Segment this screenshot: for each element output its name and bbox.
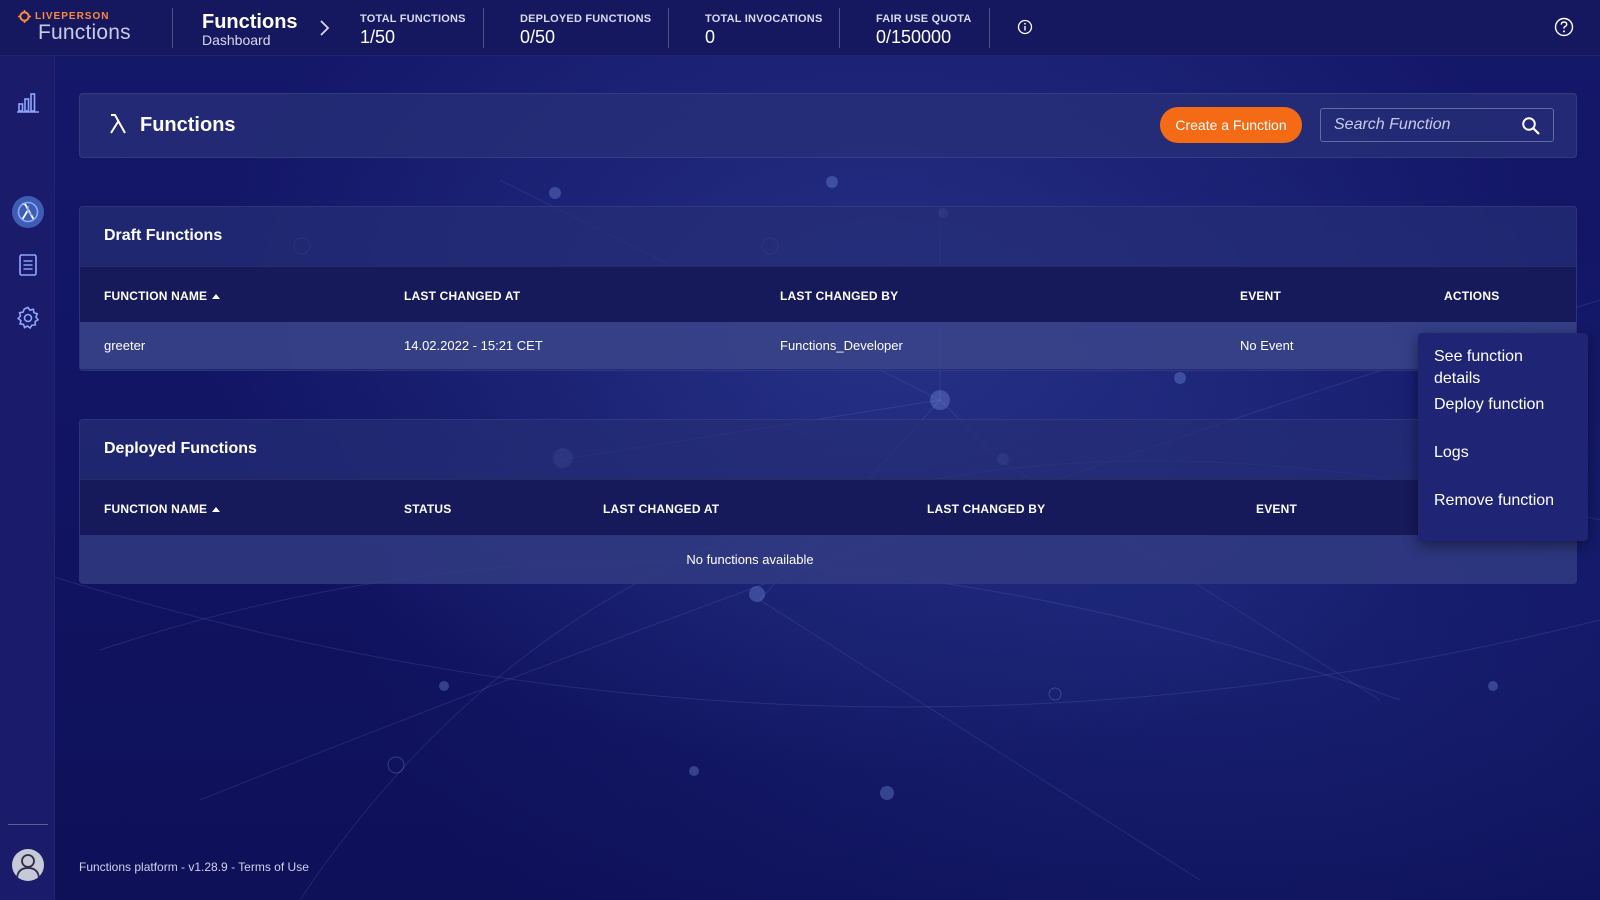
chevron-right-icon bbox=[320, 20, 330, 36]
empty-state-row: No functions available bbox=[80, 535, 1576, 583]
user-silhouette-icon bbox=[16, 854, 40, 879]
stat-total-functions: TOTAL FUNCTIONS 1/50 bbox=[360, 13, 466, 48]
clock-icon[interactable] bbox=[15, 199, 41, 225]
menu-item-see-function-details[interactable]: See function details bbox=[1418, 346, 1588, 394]
sort-ascending-icon bbox=[212, 294, 221, 299]
top-bar: LIVEPERSON Functions Functions Dashboard… bbox=[0, 0, 1600, 56]
info-icon[interactable] bbox=[1017, 19, 1033, 35]
column-header-event[interactable]: EVENT bbox=[1256, 502, 1297, 516]
stat-label: TOTAL FUNCTIONS bbox=[360, 13, 466, 25]
stat-label: FAIR USE QUOTA bbox=[876, 13, 972, 25]
actions-context-menu: See function details Deploy function Log… bbox=[1418, 333, 1588, 541]
column-label: FUNCTION NAME bbox=[104, 289, 208, 303]
menu-item-deploy-function[interactable]: Deploy function bbox=[1418, 394, 1588, 442]
column-header-last-changed-at[interactable]: LAST CHANGED AT bbox=[603, 502, 719, 516]
lambda-icon bbox=[110, 114, 126, 134]
cell-function-name: greeter bbox=[104, 338, 146, 353]
gear-icon[interactable] bbox=[15, 305, 41, 331]
breadcrumb-subtitle: Dashboard bbox=[202, 32, 271, 48]
sort-ascending-icon bbox=[212, 507, 221, 512]
empty-state-text: No functions available bbox=[686, 552, 814, 567]
stat-total-invocations: TOTAL INVOCATIONS 0 bbox=[705, 13, 822, 48]
bar-chart-icon[interactable] bbox=[15, 89, 41, 115]
cell-last-changed-at: 14.02.2022 - 15:21 CET bbox=[404, 338, 543, 353]
search-icon[interactable] bbox=[1521, 116, 1541, 136]
breadcrumb: Functions Dashboard bbox=[202, 12, 298, 48]
create-function-button[interactable]: Create a Function bbox=[1160, 107, 1302, 143]
stat-fair-use-quota: FAIR USE QUOTA 0/150000 bbox=[876, 13, 972, 48]
sidebar bbox=[0, 56, 55, 900]
search-input[interactable] bbox=[1321, 109, 1511, 141]
liveperson-logo-icon bbox=[18, 10, 31, 23]
stat-value: 1/50 bbox=[360, 27, 396, 47]
breadcrumb-title[interactable]: Functions bbox=[202, 12, 298, 32]
stat-label: TOTAL INVOCATIONS bbox=[705, 13, 823, 25]
column-header-actions: ACTIONS bbox=[1444, 289, 1500, 303]
column-header-last-changed-at[interactable]: LAST CHANGED AT bbox=[404, 289, 520, 303]
footer-version-text: Functions platform - v1.28.9 - Terms of … bbox=[79, 860, 309, 874]
column-header-function-name[interactable]: FUNCTION NAME bbox=[104, 289, 221, 303]
deployed-table-header: FUNCTION NAME STATUS LAST CHANGED AT LAS… bbox=[80, 479, 1576, 535]
menu-item-remove-function[interactable]: Remove function bbox=[1418, 490, 1588, 538]
divider bbox=[668, 8, 669, 48]
stat-value: 0/150000 bbox=[876, 27, 952, 47]
cell-event: No Event bbox=[1240, 338, 1294, 353]
deployed-functions-panel: Deployed Functions FUNCTION NAME STATUS … bbox=[79, 419, 1577, 584]
stat-deployed-functions: DEPLOYED FUNCTIONS 0/50 bbox=[520, 13, 651, 48]
column-header-status[interactable]: STATUS bbox=[404, 502, 451, 516]
divider bbox=[172, 8, 173, 48]
cell-last-changed-by: Functions_Developer bbox=[780, 338, 903, 353]
help-icon[interactable] bbox=[1554, 17, 1574, 37]
divider bbox=[989, 8, 990, 48]
brand-logo[interactable]: LIVEPERSON Functions bbox=[18, 10, 148, 46]
column-label: FUNCTION NAME bbox=[104, 502, 208, 516]
stat-value: 0 bbox=[705, 27, 716, 47]
stat-value: 0/50 bbox=[520, 27, 556, 47]
draft-functions-title: Draft Functions bbox=[104, 227, 223, 244]
document-icon[interactable] bbox=[15, 252, 41, 278]
divider bbox=[839, 8, 840, 48]
column-header-event[interactable]: EVENT bbox=[1240, 289, 1281, 303]
product-name: Functions bbox=[38, 21, 131, 44]
functions-header-panel: Functions Create a Function bbox=[79, 93, 1577, 158]
deployed-functions-title: Deployed Functions bbox=[104, 440, 257, 457]
draft-table-header: FUNCTION NAME LAST CHANGED AT LAST CHANG… bbox=[80, 266, 1576, 322]
stat-label: DEPLOYED FUNCTIONS bbox=[520, 13, 652, 25]
menu-item-logs[interactable]: Logs bbox=[1418, 442, 1588, 490]
column-header-function-name[interactable]: FUNCTION NAME bbox=[104, 502, 221, 516]
search-box bbox=[1320, 108, 1554, 142]
table-row[interactable]: greeter 14.02.2022 - 15:21 CET Functions… bbox=[80, 322, 1576, 369]
divider bbox=[483, 8, 484, 48]
draft-functions-panel: Draft Functions FUNCTION NAME LAST CHANG… bbox=[79, 206, 1577, 371]
sidebar-divider bbox=[8, 824, 48, 825]
user-avatar-icon[interactable] bbox=[12, 849, 44, 881]
page-title: Functions bbox=[140, 114, 236, 136]
column-header-last-changed-by[interactable]: LAST CHANGED BY bbox=[927, 502, 1045, 516]
column-header-last-changed-by[interactable]: LAST CHANGED BY bbox=[780, 289, 898, 303]
